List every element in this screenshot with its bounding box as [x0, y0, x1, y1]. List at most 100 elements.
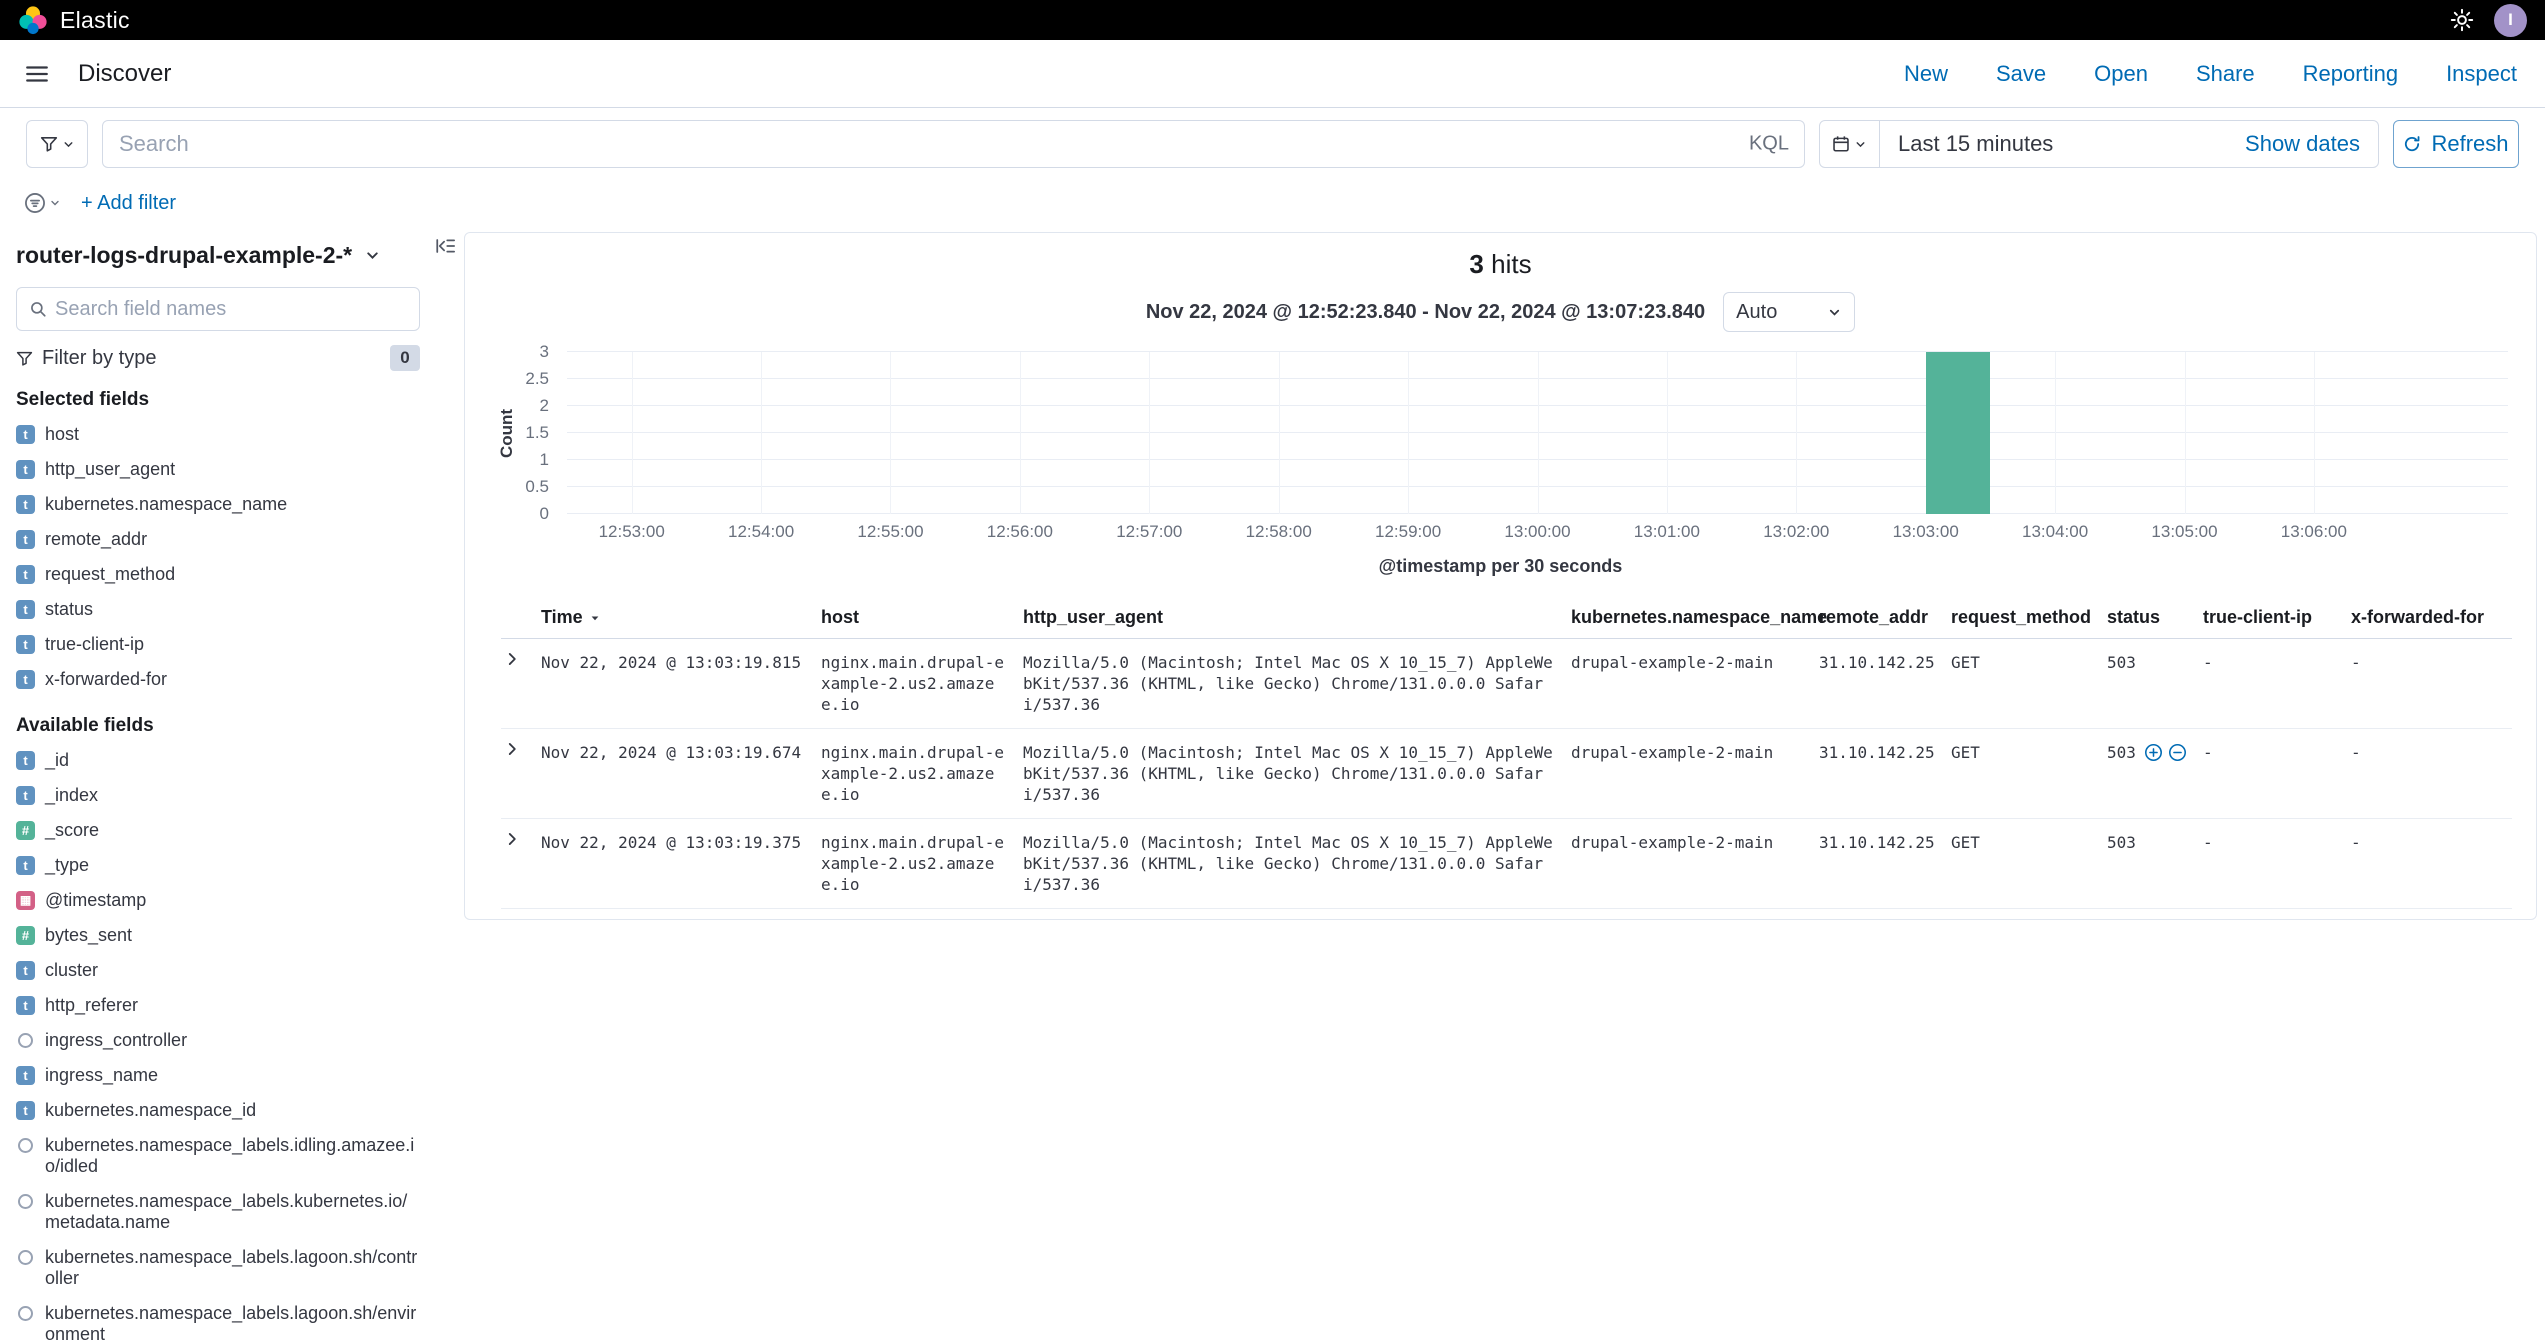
- index-pattern-title[interactable]: router-logs-drupal-example-2-*: [16, 242, 352, 269]
- field-type-icon: [16, 565, 35, 584]
- x-axis-label: @timestamp per 30 seconds: [465, 556, 2536, 577]
- field-name: _score: [45, 820, 99, 841]
- nav-action-button[interactable]: Reporting: [2303, 61, 2398, 87]
- column-header[interactable]: Time: [541, 597, 821, 638]
- cell-kubernetes-namespace-name: drupal-example-2-main: [1571, 729, 1819, 818]
- time-range-value[interactable]: Last 15 minutes: [1898, 131, 2053, 157]
- field-item[interactable]: kubernetes.namespace_labels.lagoon.sh/en…: [16, 1296, 420, 1341]
- expand-row-button[interactable]: [503, 830, 521, 848]
- index-pattern-row: router-logs-drupal-example-2-*: [16, 242, 420, 269]
- field-type-icon: [16, 891, 35, 910]
- nav-action-button[interactable]: Share: [2196, 61, 2255, 87]
- column-header[interactable]: http_user_agent: [1023, 597, 1571, 638]
- field-item[interactable]: kubernetes.namespace_id: [16, 1093, 420, 1128]
- field-type-icon: [16, 1101, 35, 1120]
- chevron-down-icon: [1854, 138, 1867, 151]
- field-item[interactable]: http_user_agent: [16, 452, 420, 487]
- cell-host: nginx.main.drupal-example-2.us2.amazee.i…: [821, 729, 1023, 818]
- field-type-icon: [16, 635, 35, 654]
- nav-action-button[interactable]: Save: [1996, 61, 2046, 87]
- sort-descending-icon[interactable]: [589, 612, 601, 624]
- column-header[interactable]: request_method: [1951, 597, 2107, 638]
- field-item[interactable]: kubernetes.namespace_name: [16, 487, 420, 522]
- filter-for-value-icon[interactable]: [2144, 743, 2163, 762]
- column-header[interactable]: x-forwarded-for: [2351, 597, 2512, 638]
- field-name: kubernetes.namespace_labels.lagoon.sh/co…: [45, 1247, 420, 1289]
- field-item[interactable]: x-forwarded-for: [16, 662, 420, 697]
- field-item[interactable]: kubernetes.namespace_labels.lagoon.sh/co…: [16, 1240, 420, 1296]
- field-item[interactable]: @timestamp: [16, 883, 420, 918]
- search-input[interactable]: [102, 120, 1805, 168]
- field-item[interactable]: ingress_name: [16, 1058, 420, 1093]
- saved-query-menu-button[interactable]: [26, 120, 88, 168]
- field-name: _id: [45, 750, 69, 771]
- query-language-button[interactable]: KQL: [1749, 133, 1789, 156]
- field-item[interactable]: status: [16, 592, 420, 627]
- field-item[interactable]: _id: [16, 743, 420, 778]
- date-picker-menu-button[interactable]: [1820, 121, 1880, 167]
- index-pattern-switcher-button[interactable]: [364, 247, 381, 264]
- date-picker: Last 15 minutes Show dates: [1819, 120, 2379, 168]
- y-axis-label: Count: [495, 352, 519, 514]
- expand-row-button[interactable]: [503, 740, 521, 758]
- table-row: Nov 22, 2024 @ 13:03:19.674 nginx.main.d…: [501, 729, 2512, 819]
- field-item[interactable]: host: [16, 417, 420, 452]
- nav-action-button[interactable]: Inspect: [2446, 61, 2517, 87]
- cell-true-client-ip: -: [2203, 819, 2351, 908]
- field-item[interactable]: cluster: [16, 953, 420, 988]
- field-type-icon: [16, 996, 35, 1015]
- nav-action-button[interactable]: Open: [2094, 61, 2148, 87]
- field-item[interactable]: ingress_controller: [16, 1023, 420, 1058]
- filter-out-value-icon[interactable]: [2168, 743, 2187, 762]
- field-item[interactable]: kubernetes.namespace_labels.kubernetes.i…: [16, 1184, 420, 1240]
- field-item[interactable]: kubernetes.namespace_labels.idling.amaze…: [16, 1128, 420, 1184]
- menu-toggle-button[interactable]: [0, 40, 74, 107]
- column-header[interactable]: true-client-ip: [2203, 597, 2351, 638]
- field-item[interactable]: bytes_sent: [16, 918, 420, 953]
- field-item[interactable]: _score: [16, 813, 420, 848]
- settings-icon[interactable]: [2450, 8, 2474, 32]
- hits-count: 3: [1469, 249, 1483, 279]
- column-header[interactable]: status: [2107, 597, 2203, 638]
- cell-remote-addr: 31.10.142.25: [1819, 639, 1951, 728]
- available-fields-label: Available fields: [16, 715, 420, 737]
- collapse-sidebar-button[interactable]: [436, 236, 456, 256]
- fields-sidebar: router-logs-drupal-example-2-*: [0, 226, 464, 1341]
- field-search-input[interactable]: [55, 288, 407, 330]
- refresh-button[interactable]: Refresh: [2393, 120, 2519, 168]
- field-item[interactable]: _index: [16, 778, 420, 813]
- filter-by-type-button[interactable]: Filter by type 0: [16, 345, 420, 371]
- nav-action-button[interactable]: New: [1904, 61, 1948, 87]
- column-header[interactable]: remote_addr: [1819, 597, 1951, 638]
- column-header[interactable]: host: [821, 597, 1023, 638]
- field-item[interactable]: request_method: [16, 557, 420, 592]
- cell-x-forwarded-for: -: [2351, 819, 2512, 908]
- show-dates-button[interactable]: Show dates: [2245, 131, 2360, 157]
- interval-select[interactable]: Auto: [1723, 292, 1855, 332]
- user-avatar[interactable]: I: [2494, 4, 2527, 37]
- field-item[interactable]: true-client-ip: [16, 627, 420, 662]
- field-name: kubernetes.namespace_labels.kubernetes.i…: [45, 1191, 420, 1233]
- field-item[interactable]: http_referer: [16, 988, 420, 1023]
- filter-menu-button[interactable]: [24, 192, 61, 214]
- cell-http-user-agent: Mozilla/5.0 (Macintosh; Intel Mac OS X 1…: [1023, 729, 1571, 818]
- histogram-bar[interactable]: [1926, 352, 1991, 514]
- cell-time: Nov 22, 2024 @ 13:03:19.375: [541, 819, 821, 908]
- cell-true-client-ip: -: [2203, 729, 2351, 818]
- field-type-icon: [16, 821, 35, 840]
- table-row: Nov 22, 2024 @ 13:03:19.815 nginx.main.d…: [501, 639, 2512, 729]
- content-area: router-logs-drupal-example-2-*: [0, 226, 2545, 1341]
- chevron-right-icon: [503, 830, 521, 848]
- field-type-icon: [16, 926, 35, 945]
- add-filter-button[interactable]: + Add filter: [81, 192, 176, 215]
- column-header[interactable]: kubernetes.namespace_name: [1571, 597, 1819, 638]
- cell-host: nginx.main.drupal-example-2.us2.amazee.i…: [821, 639, 1023, 728]
- field-item[interactable]: _type: [16, 848, 420, 883]
- collapse-icon: [436, 236, 456, 256]
- chart-plot[interactable]: [567, 352, 2508, 514]
- field-type-icon: [16, 1066, 35, 1085]
- app-navbar: Discover New Save Open Share Reporting I…: [0, 40, 2545, 108]
- field-item[interactable]: remote_addr: [16, 522, 420, 557]
- elastic-home-link[interactable]: Elastic: [18, 5, 130, 35]
- expand-row-button[interactable]: [503, 650, 521, 668]
